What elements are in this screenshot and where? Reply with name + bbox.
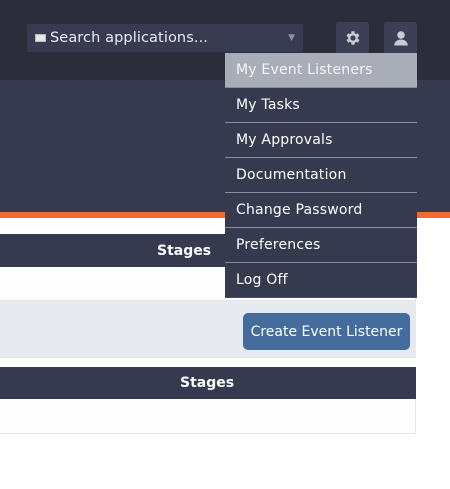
application-search-select[interactable]: Search applications... ▼ [27, 24, 303, 52]
gear-icon [346, 31, 359, 45]
settings-button[interactable] [336, 22, 369, 54]
menu-item-change-password[interactable]: Change Password [225, 193, 417, 228]
flag-icon [35, 34, 46, 42]
chevron-down-icon: ▼ [288, 33, 295, 43]
user-icon [393, 31, 408, 46]
column-header-stages: Stages [157, 242, 212, 259]
create-event-listener-button[interactable]: Create Event Listener [243, 313, 410, 350]
menu-item-documentation[interactable]: Documentation [225, 158, 417, 193]
menu-item-preferences[interactable]: Preferences [225, 228, 417, 263]
menu-item-my-event-listeners[interactable]: My Event Listeners [225, 53, 417, 88]
user-menu-button[interactable] [384, 22, 417, 54]
stages-table-header-2: Stages [0, 367, 416, 399]
search-label: Search applications... [50, 30, 208, 46]
user-dropdown-menu: My Event Listeners My Tasks My Approvals… [225, 53, 417, 298]
menu-item-log-off[interactable]: Log Off [225, 263, 417, 298]
column-header-stages: Stages [180, 375, 235, 391]
table-row [0, 399, 416, 434]
menu-item-my-approvals[interactable]: My Approvals [225, 123, 417, 158]
menu-item-my-tasks[interactable]: My Tasks [225, 88, 417, 123]
